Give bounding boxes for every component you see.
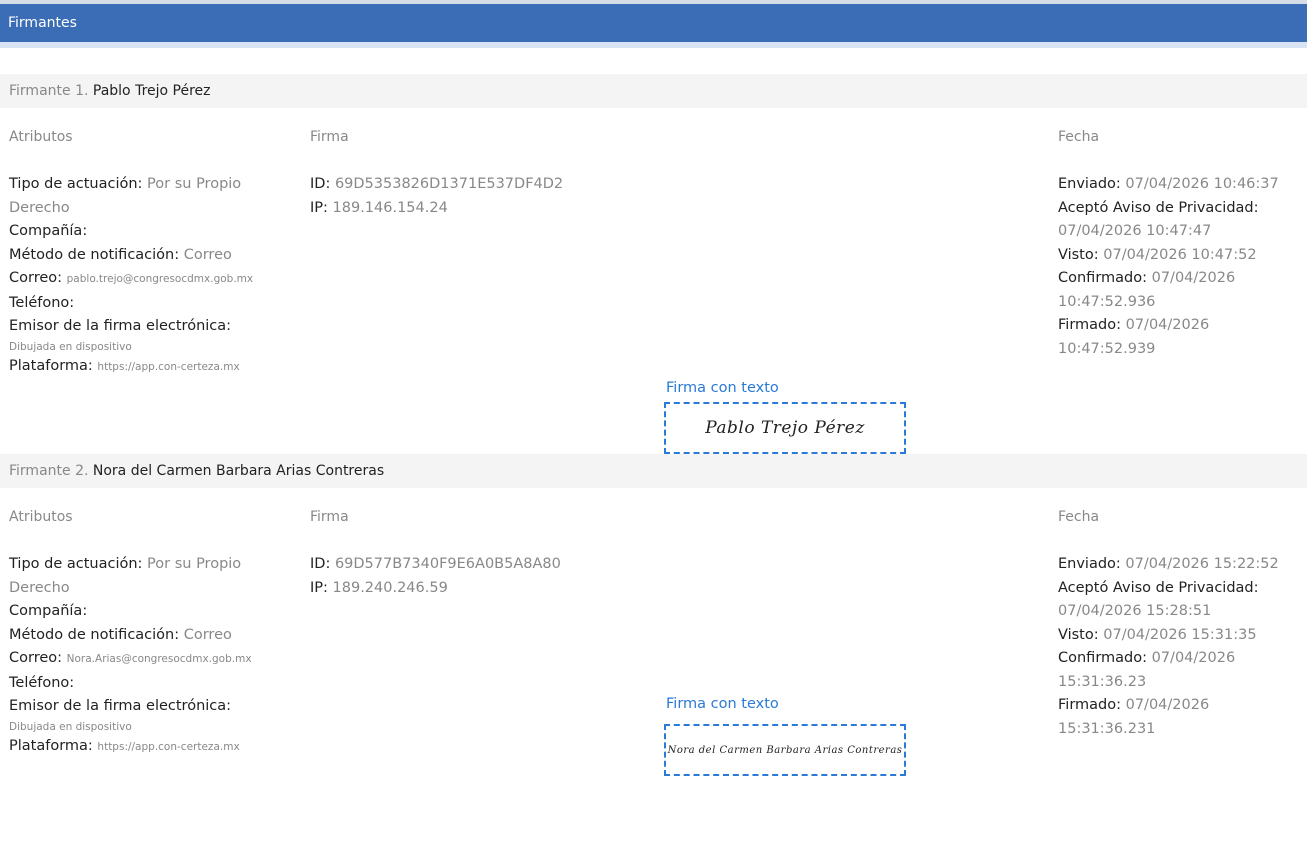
date-column: Enviado: 07/04/2026 10:46:37 Aceptó Avis…	[1058, 173, 1303, 361]
date-visto: Visto: 07/04/2026 15:31:35	[1058, 626, 1257, 643]
signature-label: Firma con texto	[666, 696, 779, 712]
signature-column: ID: 69D577B7340F9E6A0B5A8A80 IP: 189.240…	[310, 553, 561, 600]
attr-metodo: Método de notificación: Correo	[9, 626, 232, 643]
attr-correo: Correo: Nora.Arias@congresocdmx.gob.mx	[9, 650, 252, 666]
signature-id: ID: 69D577B7340F9E6A0B5A8A80	[310, 556, 561, 572]
attr-emisor-value: Dibujada en dispositivo	[9, 720, 132, 733]
signature-label: Firma con texto	[666, 380, 779, 396]
date-firmado: Firmado: 07/04/2026 15:31:36.231	[1058, 697, 1210, 737]
signature-box: Pablo Trejo Pérez	[664, 402, 906, 454]
signature-ip: IP: 189.240.246.59	[310, 579, 448, 596]
signature-text: Nora del Carmen Barbara Arias Contreras	[667, 744, 903, 756]
attr-correo: Correo: pablo.trejo@congresocdmx.gob.mx	[9, 270, 254, 286]
attributes-column: Tipo de actuación: Por su Propio Derecho…	[9, 553, 294, 759]
attr-telefono: Teléfono:	[9, 674, 75, 691]
signer-prefix: Firmante 1.	[9, 83, 89, 99]
signature-column: ID: 69D5353826D1371E537DF4D2 IP: 189.146…	[310, 173, 563, 220]
attr-tipo: Tipo de actuación: Por su Propio Derecho	[9, 176, 242, 216]
signer-title: Firmante 1. Pablo Trejo Pérez	[0, 74, 1307, 108]
signer-prefix: Firmante 2.	[9, 463, 89, 479]
date-confirmado: Confirmado: 07/04/2026 15:31:36.23	[1058, 650, 1236, 690]
attr-plataforma: Plataforma: https://app.con-certeza.mx	[9, 737, 240, 754]
signer-name: Pablo Trejo Pérez	[92, 83, 211, 99]
attributes-column: Tipo de actuación: Por su Propio Derecho…	[9, 173, 294, 379]
column-header-attributes: Atributos	[9, 129, 73, 145]
signature-ip: IP: 189.146.154.24	[310, 199, 448, 216]
attr-compania: Compañía:	[9, 603, 88, 619]
signer-block: Firmante 2. Nora del Carmen Barbara Aria…	[0, 454, 1307, 824]
column-header-date: Fecha	[1058, 509, 1100, 525]
attr-plataforma: Plataforma: https://app.con-certeza.mx	[9, 357, 240, 374]
attr-compania: Compañía:	[9, 223, 88, 239]
date-confirmado: Confirmado: 07/04/2026 10:47:52.936	[1058, 270, 1236, 310]
signature-box: Nora del Carmen Barbara Arias Contreras	[664, 724, 906, 776]
column-header-signature: Firma	[310, 509, 349, 525]
attr-telefono: Teléfono:	[9, 294, 75, 311]
column-header-attributes: Atributos	[9, 509, 73, 525]
attr-emisor: Emisor de la firma electrónica:	[9, 698, 232, 714]
attr-emisor: Emisor de la firma electrónica:	[9, 318, 232, 334]
date-enviado: Enviado: 07/04/2026 10:46:37	[1058, 176, 1279, 192]
signer-title: Firmante 2. Nora del Carmen Barbara Aria…	[0, 454, 1307, 488]
section-title: Firmantes	[8, 15, 77, 31]
attr-tipo: Tipo de actuación: Por su Propio Derecho	[9, 556, 242, 596]
date-visto: Visto: 07/04/2026 10:47:52	[1058, 246, 1257, 263]
attr-emisor-value: Dibujada en dispositivo	[9, 340, 132, 353]
section-header: Firmantes	[0, 4, 1307, 48]
signature-text: Pablo Trejo Pérez	[705, 418, 865, 438]
signer-block: Firmante 1. Pablo Trejo Pérez Atributos …	[0, 74, 1307, 454]
date-acepto: Aceptó Aviso de Privacidad: 07/04/2026 1…	[1058, 579, 1259, 620]
signer-name: Nora del Carmen Barbara Arias Contreras	[92, 463, 385, 479]
signature-id: ID: 69D5353826D1371E537DF4D2	[310, 176, 564, 192]
date-firmado: Firmado: 07/04/2026 10:47:52.939	[1058, 317, 1210, 357]
column-header-signature: Firma	[310, 129, 349, 145]
column-header-date: Fecha	[1058, 129, 1100, 145]
date-enviado: Enviado: 07/04/2026 15:22:52	[1058, 556, 1279, 572]
date-acepto: Aceptó Aviso de Privacidad: 07/04/2026 1…	[1058, 199, 1259, 240]
attr-metodo: Método de notificación: Correo	[9, 246, 232, 263]
date-column: Enviado: 07/04/2026 15:22:52 Aceptó Avis…	[1058, 553, 1303, 741]
